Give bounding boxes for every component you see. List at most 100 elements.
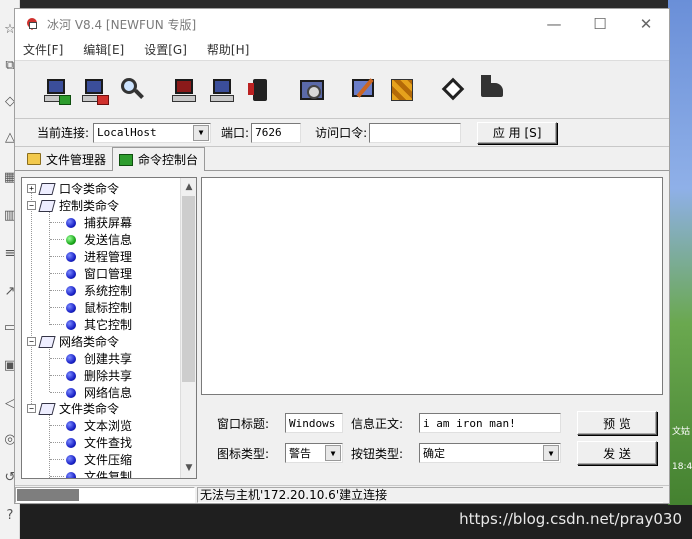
expand-icon[interactable]: + bbox=[27, 184, 36, 193]
tree-item-text-browse[interactable]: 文本浏览 bbox=[66, 417, 132, 434]
status-message: 无法与主机'172.20.10.6'建立连接 bbox=[197, 486, 663, 503]
preview-button[interactable]: 预 览 bbox=[577, 411, 657, 435]
menu-edit[interactable]: 编辑[E] bbox=[83, 41, 124, 58]
minimize-button[interactable]: — bbox=[531, 9, 577, 39]
tree-item-label: 文件复制 bbox=[84, 470, 133, 479]
window-title: 冰河 V8.4 [NEWFUN 专版] bbox=[47, 17, 197, 32]
app-window: 冰河 V8.4 [NEWFUN 专版] — ☐ ✕ 文件[F] 编辑[E] 设置… bbox=[14, 8, 670, 504]
collapse-icon[interactable]: − bbox=[27, 201, 36, 210]
screen-control-button[interactable] bbox=[203, 70, 241, 110]
tree-item-network-info[interactable]: 网络信息 bbox=[66, 384, 132, 401]
icon-type-value: 警告 bbox=[289, 447, 311, 460]
tab-label: 命令控制台 bbox=[138, 153, 199, 167]
tree-item-label: 鼠标控制 bbox=[84, 301, 133, 315]
button-type-select[interactable]: 确定 ▼ bbox=[419, 443, 561, 463]
app-icon bbox=[24, 15, 41, 32]
send-button[interactable]: 发 送 bbox=[577, 441, 657, 465]
tools-button[interactable] bbox=[383, 70, 421, 110]
tree-item-label: 系统控制 bbox=[84, 284, 133, 298]
tree-item-label: 其它控制 bbox=[84, 318, 133, 332]
collapse-icon[interactable]: − bbox=[27, 337, 36, 346]
tree-item-process-manager[interactable]: 进程管理 bbox=[66, 248, 132, 265]
tree-item-capture-screen[interactable]: 捕获屏幕 bbox=[66, 214, 132, 231]
tree-item-label: 发送信息 bbox=[84, 233, 133, 247]
title-bar[interactable]: 冰河 V8.4 [NEWFUN 专版] — ☐ ✕ bbox=[15, 9, 669, 39]
settings-button[interactable] bbox=[293, 70, 331, 110]
window-title-input[interactable]: Windows bbox=[285, 413, 343, 433]
tree-group-password[interactable]: + 口令类命令 bbox=[27, 180, 119, 197]
book-icon bbox=[39, 182, 55, 195]
tree-item-file-copy[interactable]: 文件复制 bbox=[66, 468, 133, 479]
find-host-button[interactable] bbox=[113, 70, 151, 110]
delete-host-icon bbox=[79, 75, 109, 105]
screen-capture-button[interactable] bbox=[165, 70, 203, 110]
tab-file-manager[interactable]: 文件管理器 bbox=[21, 148, 112, 170]
button-type-value: 确定 bbox=[423, 447, 445, 460]
chevron-down-icon[interactable]: ▼ bbox=[193, 124, 210, 141]
tree-item-mouse-control[interactable]: 鼠标控制 bbox=[66, 299, 132, 316]
monitor-icon bbox=[169, 75, 199, 105]
icon-type-select[interactable]: 警告 ▼ bbox=[285, 443, 343, 463]
add-host-icon bbox=[41, 75, 71, 105]
phone-button[interactable] bbox=[241, 70, 279, 110]
tree-item-create-share[interactable]: 创建共享 bbox=[66, 350, 132, 367]
collapse-icon[interactable]: − bbox=[27, 404, 36, 413]
about-button[interactable] bbox=[435, 70, 473, 110]
menu-settings[interactable]: 设置[G] bbox=[144, 41, 187, 58]
chevron-down-icon[interactable]: ▼ bbox=[543, 445, 559, 461]
tree-item-label: 创建共享 bbox=[84, 352, 133, 366]
toolbar bbox=[15, 61, 669, 119]
delete-host-button[interactable] bbox=[75, 70, 113, 110]
tree-group-file[interactable]: − 文件类命令 bbox=[27, 400, 119, 417]
tree-item-send-message[interactable]: 发送信息 bbox=[66, 231, 132, 248]
tree-scrollbar[interactable]: ▲ ▼ bbox=[180, 178, 196, 478]
message-body-input[interactable]: i am iron man! bbox=[419, 413, 561, 433]
scroll-up-icon[interactable]: ▲ bbox=[181, 179, 196, 195]
blue-dot-icon bbox=[66, 353, 76, 364]
config-server-button[interactable] bbox=[345, 70, 383, 110]
book-icon bbox=[39, 402, 55, 415]
help-icon[interactable]: ? bbox=[2, 508, 18, 524]
tree-item-other-control[interactable]: 其它控制 bbox=[66, 316, 132, 333]
maximize-button[interactable]: ☐ bbox=[577, 9, 623, 39]
scroll-thumb[interactable] bbox=[182, 196, 195, 382]
phone-icon bbox=[245, 75, 275, 105]
menu-file[interactable]: 文件[F] bbox=[23, 41, 63, 58]
current-connection-label: 当前连接: bbox=[37, 126, 90, 140]
tree-group-control[interactable]: − 控制类命令 bbox=[27, 197, 119, 214]
current-connection-select[interactable]: LocalHost ▼ bbox=[93, 122, 212, 143]
boot-icon bbox=[477, 74, 507, 105]
blue-dot-icon bbox=[66, 319, 76, 330]
port-label: 端口: bbox=[221, 126, 250, 140]
progress-fill bbox=[17, 488, 79, 501]
tree-item-delete-share[interactable]: 删除共享 bbox=[66, 367, 132, 384]
close-button[interactable]: ✕ bbox=[623, 9, 669, 39]
blue-dot-icon bbox=[66, 387, 76, 398]
blue-dot-icon bbox=[66, 285, 76, 296]
tree-item-system-control[interactable]: 系统控制 bbox=[66, 282, 132, 299]
tree-item-window-manager[interactable]: 窗口管理 bbox=[66, 265, 132, 282]
exit-button[interactable] bbox=[473, 70, 511, 110]
tree-item-file-compress[interactable]: 文件压缩 bbox=[66, 451, 132, 468]
command-tree[interactable]: + 口令类命令 − 控制类命令 捕获屏幕 发送信息 进程管理 窗口管理 系统控制… bbox=[21, 177, 197, 479]
scroll-down-icon[interactable]: ▼ bbox=[181, 460, 196, 476]
tools-icon bbox=[387, 75, 417, 105]
tab-command-console[interactable]: 命令控制台 bbox=[112, 147, 206, 171]
tree-item-file-search[interactable]: 文件查找 bbox=[66, 434, 132, 451]
tree-group-network[interactable]: − 网络类命令 bbox=[27, 333, 119, 350]
chevron-down-icon[interactable]: ▼ bbox=[325, 445, 341, 461]
output-panel[interactable] bbox=[201, 177, 663, 395]
blue-dot-icon bbox=[66, 454, 76, 465]
blue-dot-icon bbox=[66, 302, 76, 313]
menu-help[interactable]: 帮助[H] bbox=[207, 41, 249, 58]
add-host-button[interactable] bbox=[37, 70, 75, 110]
tab-strip: 文件管理器 命令控制台 bbox=[15, 147, 669, 171]
apply-button[interactable]: 应 用 [S] bbox=[477, 121, 558, 144]
content-panes: + 口令类命令 − 控制类命令 捕获屏幕 发送信息 进程管理 窗口管理 系统控制… bbox=[21, 177, 665, 483]
blue-dot-icon bbox=[66, 420, 76, 431]
tab-label: 文件管理器 bbox=[46, 152, 107, 167]
port-input[interactable]: 7626 bbox=[251, 122, 302, 143]
tree-item-label: 网络信息 bbox=[84, 386, 133, 400]
password-input[interactable] bbox=[369, 122, 462, 143]
blue-dot-icon bbox=[66, 217, 76, 228]
